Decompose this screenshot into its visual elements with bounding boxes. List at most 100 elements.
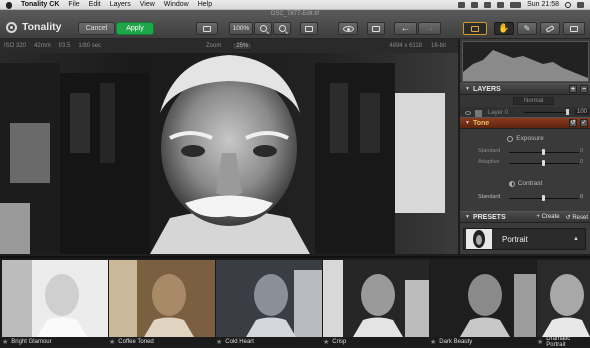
- undo-arrow-icon: ←: [400, 22, 411, 34]
- exposure-standard-slider[interactable]: Standard 0: [460, 148, 590, 156]
- history-button[interactable]: [367, 22, 385, 35]
- expand-arrow-icon[interactable]: ▲: [573, 236, 579, 242]
- status-icon[interactable]: [458, 1, 466, 8]
- menu-app-name[interactable]: Tonality CK: [21, 1, 59, 8]
- image-view-button[interactable]: [463, 22, 487, 35]
- histogram: [462, 41, 589, 82]
- layers-title: LAYERS: [472, 85, 501, 93]
- collapse-triangle-icon: ▼: [465, 86, 470, 92]
- menu-view[interactable]: View: [140, 1, 155, 8]
- preset-category-label: Portrait: [502, 234, 528, 244]
- zoom-out-button[interactable]: [273, 22, 291, 35]
- exposure-icon: [507, 135, 514, 142]
- zoom-in-button[interactable]: [254, 22, 272, 35]
- opacity-slider-knob[interactable]: [566, 109, 569, 115]
- status-icon[interactable]: [471, 1, 479, 8]
- logo-text: Tonality: [22, 21, 62, 33]
- histogram-graph: [463, 50, 588, 81]
- exposure-adaptive-slider[interactable]: Adaptive 0: [460, 159, 590, 167]
- aperture-value: f/3.5: [58, 43, 71, 49]
- preset-label: ★ Dramatic Portrait: [537, 336, 571, 348]
- right-panel: ▼ LAYERS + − Normal Layer 0 100 ▼ Tone ↺…: [459, 39, 590, 254]
- eye-icon[interactable]: [465, 111, 471, 115]
- menu-file[interactable]: File: [68, 1, 79, 8]
- bit-depth: 16-bit: [430, 43, 446, 49]
- history-icon: [372, 25, 380, 32]
- star-icon[interactable]: ★: [430, 338, 436, 346]
- add-layer-button[interactable]: +: [569, 85, 577, 93]
- menu-layers[interactable]: Layers: [110, 1, 131, 8]
- create-preset-button[interactable]: + Create: [536, 214, 559, 221]
- zoom-select[interactable]: 25%: [232, 42, 253, 50]
- gradient-icon: [570, 25, 578, 32]
- brush-tool-button[interactable]: ✎: [517, 22, 537, 35]
- shutter-value: 1/80 sec: [78, 43, 102, 49]
- tone-header[interactable]: ▼ Tone ↺ ✓: [460, 117, 590, 129]
- preset-thumbnail[interactable]: [109, 260, 215, 337]
- contrast-standard-slider[interactable]: Standard 0: [460, 194, 590, 202]
- preset-label: ★ Cold Heart: [216, 338, 254, 346]
- notification-center-icon[interactable]: [577, 1, 584, 8]
- preset-label: ★ Dark Beauty: [430, 338, 473, 346]
- preset-thumbnail[interactable]: [2, 260, 108, 337]
- star-icon[interactable]: ★: [323, 338, 329, 346]
- volume-icon[interactable]: [497, 1, 505, 8]
- battery-icon[interactable]: [510, 1, 522, 8]
- opacity-value[interactable]: 100: [574, 109, 589, 115]
- remove-layer-button[interactable]: −: [580, 85, 588, 93]
- zoom-out-icon: [278, 25, 286, 32]
- star-icon[interactable]: ★: [109, 338, 115, 346]
- image-dimensions: 4894 x 6118: [389, 43, 422, 49]
- reset-presets-button[interactable]: ↺ Reset: [566, 214, 588, 221]
- brush-icon: ✎: [523, 24, 531, 33]
- opacity-slider[interactable]: [524, 112, 569, 113]
- preview-button[interactable]: [338, 22, 358, 35]
- reset-tone-button[interactable]: ↺: [569, 119, 577, 127]
- star-icon[interactable]: ★: [2, 338, 8, 346]
- zoom-in-icon: [259, 25, 267, 32]
- image-info-bar: ISO 320 42mm f/3.5 1/80 sec Zoom 25% 489…: [0, 39, 458, 53]
- undo-button[interactable]: ←: [394, 22, 417, 35]
- eraser-tool-button[interactable]: [540, 22, 560, 35]
- preset-thumbnail[interactable]: [537, 260, 590, 337]
- layer-thumbnail: [475, 109, 482, 117]
- star-icon[interactable]: ★: [537, 338, 543, 346]
- preset-category-selector[interactable]: Portrait ▲: [463, 228, 586, 250]
- hand-tool-button[interactable]: ✋: [494, 22, 514, 35]
- cancel-button[interactable]: Cancel: [78, 22, 115, 35]
- wifi-icon[interactable]: [484, 1, 492, 8]
- collapse-triangle-icon: ▼: [465, 120, 470, 126]
- image-canvas[interactable]: [0, 53, 458, 254]
- compare-button[interactable]: [196, 22, 218, 35]
- zoom-100-button[interactable]: 100%: [229, 22, 253, 35]
- menu-help[interactable]: Help: [198, 1, 212, 8]
- presets-header[interactable]: ▼ PRESETS + Create ↺ Reset: [460, 211, 590, 223]
- spotlight-icon[interactable]: [565, 1, 571, 8]
- gradient-tool-button[interactable]: [563, 22, 585, 35]
- enable-tone-checkbox[interactable]: ✓: [580, 119, 588, 127]
- redo-arrow-icon: →: [424, 22, 435, 34]
- menu-edit[interactable]: Edit: [89, 1, 101, 8]
- menu-bar: Tonality CK File Edit Layers View Window…: [0, 0, 590, 10]
- contrast-section-title: Contrast: [460, 180, 590, 187]
- apply-button[interactable]: Apply: [116, 22, 154, 35]
- split-view-icon: [203, 25, 211, 32]
- star-icon[interactable]: ★: [216, 338, 222, 346]
- portrait-photo: [0, 53, 458, 254]
- preset-thumbnail[interactable]: [323, 260, 429, 337]
- apple-icon[interactable]: [5, 1, 13, 9]
- preset-thumbnail[interactable]: [216, 260, 322, 337]
- menubar-clock[interactable]: Sun 21:58: [527, 1, 559, 8]
- tone-title: Tone: [472, 119, 490, 127]
- layers-header[interactable]: ▼ LAYERS + −: [460, 83, 590, 95]
- preset-filmstrip: ★ Bright Glamour ★ Coffee Toned ★ Cold Hear…: [0, 256, 590, 348]
- zoom-label: Zoom: [206, 43, 222, 49]
- fit-screen-button[interactable]: [300, 22, 318, 35]
- exposure-section-title: Exposure: [460, 135, 590, 142]
- presets-title: PRESETS: [472, 213, 506, 221]
- blend-mode-select[interactable]: Normal: [513, 97, 555, 105]
- image-icon: [471, 25, 479, 32]
- redo-button[interactable]: →: [418, 22, 441, 35]
- menu-window[interactable]: Window: [164, 1, 189, 8]
- preset-thumbnail[interactable]: [430, 260, 536, 337]
